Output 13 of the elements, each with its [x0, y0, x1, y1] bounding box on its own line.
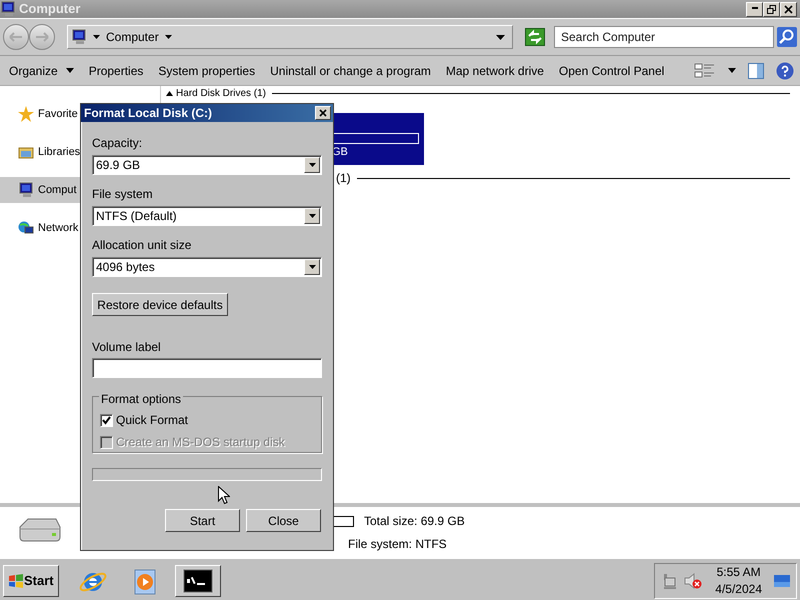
field-label: Capacity: [92, 135, 144, 152]
field-label: Volume label [92, 339, 162, 356]
field-label: File system [92, 186, 154, 203]
field-label: Allocation unit size [92, 237, 192, 254]
total-size-text: Total size: 69.9 GB [364, 513, 465, 530]
checkbox-label: Create an MS-DOS startup disk [116, 434, 285, 451]
checkbox-label: Quick Format [116, 412, 188, 429]
file-system-text: File system: NTFS [348, 536, 448, 553]
dialog-title: Format Local Disk (C:) [84, 105, 212, 122]
address-text: Computer [106, 29, 159, 46]
clock-date: 4/5/2024 [715, 580, 762, 598]
window-title: Computer [19, 0, 80, 18]
clock-time: 5:55 AM [716, 564, 761, 580]
